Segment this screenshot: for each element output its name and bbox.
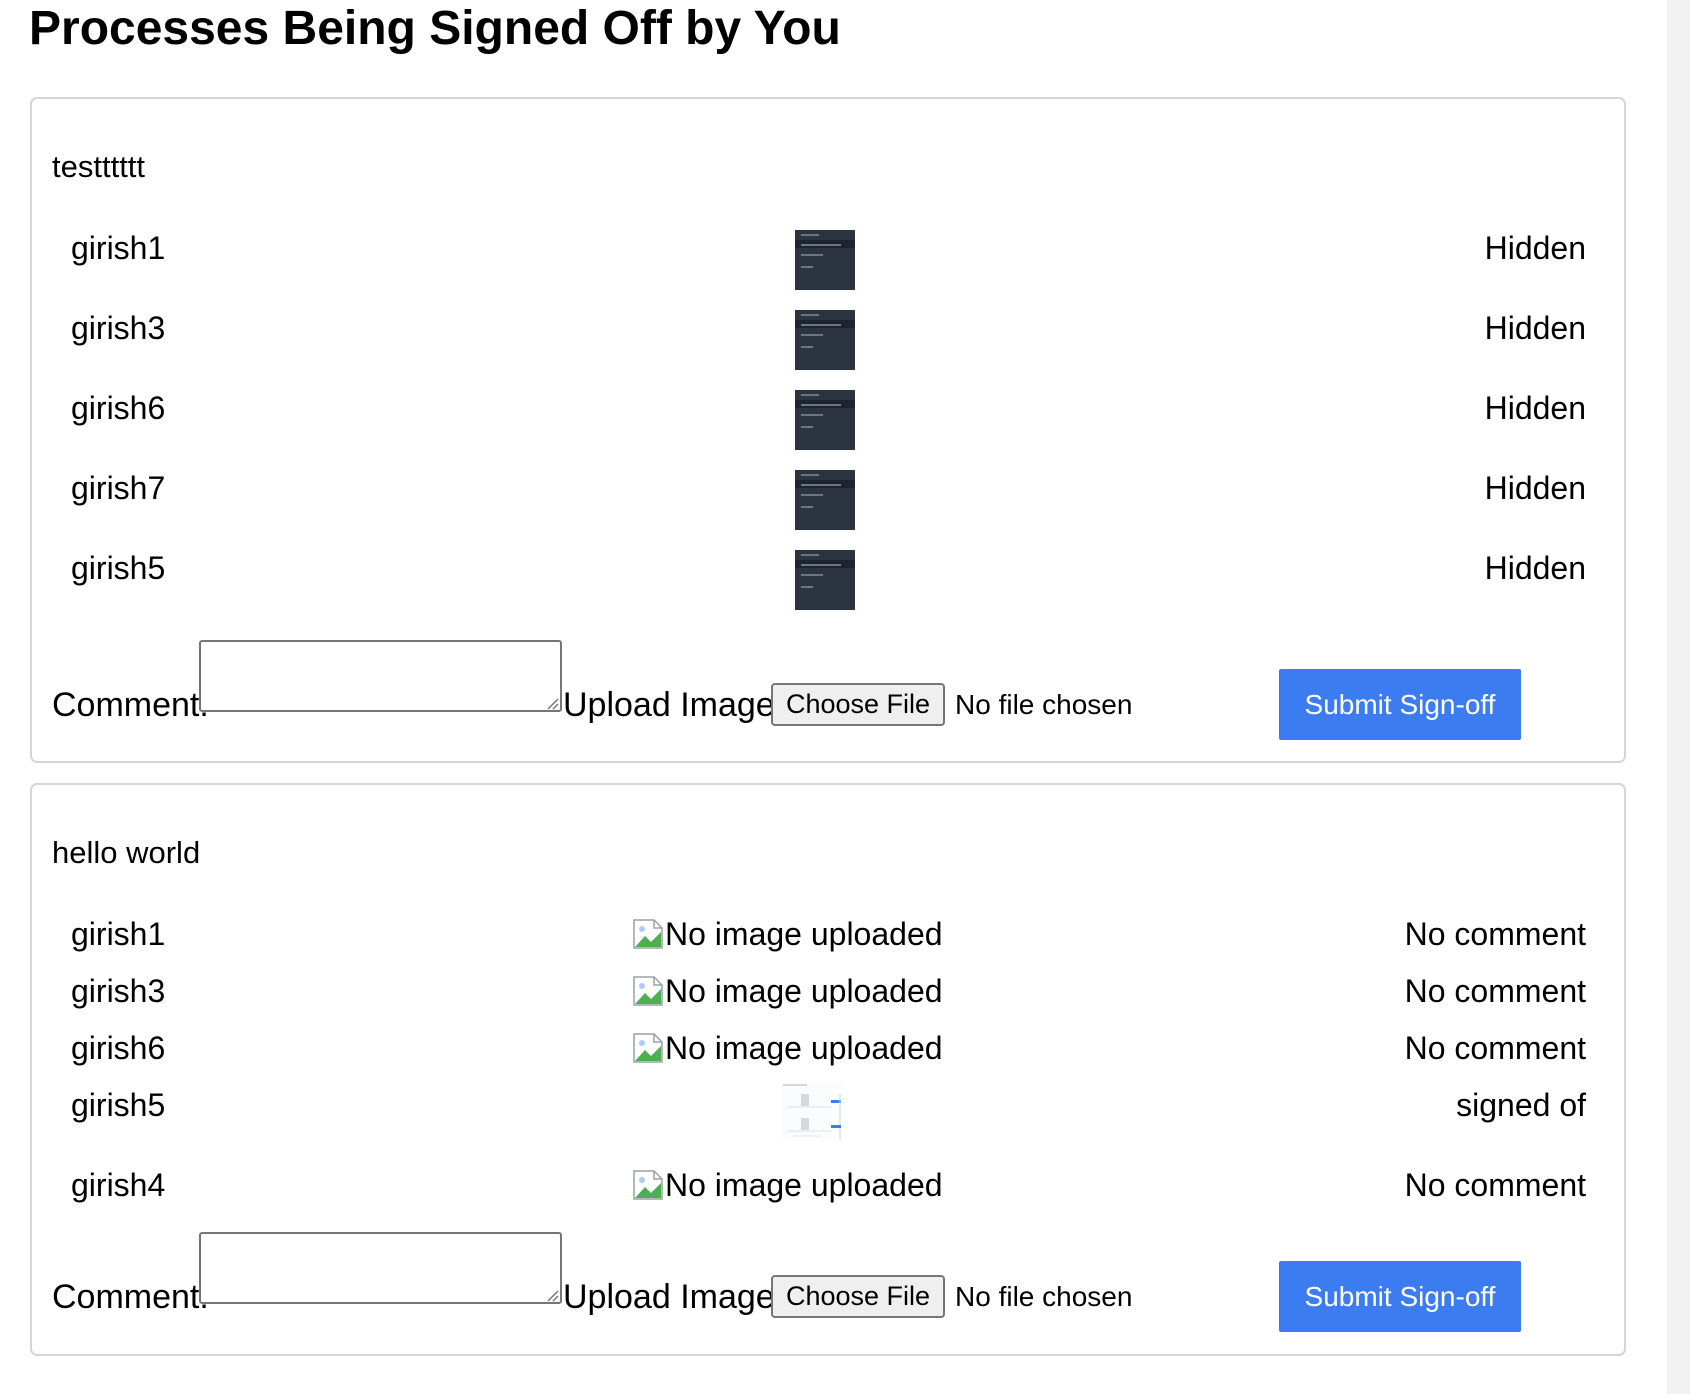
process-name: hello world: [52, 835, 201, 870]
resize-grip-icon[interactable]: [545, 696, 559, 710]
signer-name: girish4: [71, 1167, 166, 1203]
signer-name: girish6: [71, 390, 166, 426]
signer-name: girish7: [71, 470, 166, 506]
broken-image-icon: [633, 1033, 663, 1063]
signer-comment: Hidden: [1484, 550, 1586, 586]
signer-comment: No comment: [1404, 973, 1586, 1009]
signer-row: girish3 Hidden: [32, 310, 1624, 370]
signer-name: girish5: [71, 550, 166, 586]
broken-image-icon: [633, 1170, 663, 1200]
signoff-image-thumbnail[interactable]: [795, 310, 855, 370]
signer-name: girish3: [71, 973, 166, 1009]
upload-image-label: Upload Image:: [563, 686, 785, 724]
signoff-form: Comment: Upload Image: Choose File No fi…: [32, 1232, 1624, 1332]
signer-name: girish6: [71, 1030, 166, 1066]
signoff-image-thumbnail[interactable]: [781, 1082, 843, 1140]
broken-image-icon: [633, 919, 663, 949]
signer-name: girish1: [71, 916, 166, 952]
broken-image-icon: [633, 976, 663, 1006]
upload-image-label: Upload Image:: [563, 1278, 785, 1316]
process-card: testttttt girish1 Hidden girish3 Hidden …: [30, 97, 1626, 763]
image-alt-text: No image uploaded: [665, 916, 943, 952]
comment-label: Comment:: [52, 686, 209, 724]
signer-comment: signed of: [1456, 1087, 1586, 1123]
missing-image: No image uploaded: [632, 1167, 943, 1203]
signer-row: girish4 No image uploaded No comment: [32, 1167, 1624, 1207]
signoff-image-thumbnail[interactable]: [795, 230, 855, 290]
comment-input[interactable]: [199, 640, 562, 712]
signer-row: girish7 Hidden: [32, 470, 1624, 530]
missing-image: No image uploaded: [632, 1030, 943, 1066]
comment-label: Comment:: [52, 1278, 209, 1316]
signer-name: girish3: [71, 310, 166, 346]
signer-comment: No comment: [1404, 1030, 1586, 1066]
signer-row: girish1 No image uploaded No comment: [32, 916, 1624, 956]
signer-name: girish1: [71, 230, 166, 266]
signer-row: girish3 No image uploaded No comment: [32, 973, 1624, 1013]
process-card: hello world girish1 No image uploaded No…: [30, 783, 1626, 1356]
submit-signoff-button[interactable]: Submit Sign-off: [1279, 669, 1521, 740]
signoff-form: Comment: Upload Image: Choose File No fi…: [32, 640, 1624, 740]
file-status-text: No file chosen: [955, 1281, 1133, 1312]
signer-comment: No comment: [1404, 1167, 1586, 1203]
image-alt-text: No image uploaded: [665, 1167, 943, 1203]
signer-comment: Hidden: [1484, 470, 1586, 506]
signoff-image-thumbnail[interactable]: [795, 470, 855, 530]
choose-file-button[interactable]: Choose File: [771, 683, 945, 726]
signer-row: girish6 No image uploaded No comment: [32, 1030, 1624, 1070]
signoff-image-thumbnail[interactable]: [795, 550, 855, 610]
scrollbar-track[interactable]: [1667, 0, 1690, 1394]
signer-row: girish6 Hidden: [32, 390, 1624, 450]
signer-row: girish5 Hidden: [32, 550, 1624, 610]
signoff-image-thumbnail[interactable]: [795, 390, 855, 450]
resize-grip-icon[interactable]: [545, 1288, 559, 1302]
choose-file-button[interactable]: Choose File: [771, 1275, 945, 1318]
file-status-text: No file chosen: [955, 689, 1133, 720]
image-alt-text: No image uploaded: [665, 1030, 943, 1066]
signer-comment: Hidden: [1484, 310, 1586, 346]
process-name: testttttt: [52, 149, 146, 184]
page-title: Processes Being Signed Off by You: [29, 2, 841, 55]
signer-comment: Hidden: [1484, 230, 1586, 266]
image-alt-text: No image uploaded: [665, 973, 943, 1009]
submit-signoff-button[interactable]: Submit Sign-off: [1279, 1261, 1521, 1332]
signer-row: girish5 signed of: [32, 1082, 1624, 1149]
signer-name: girish5: [71, 1087, 166, 1123]
comment-input[interactable]: [199, 1232, 562, 1304]
signer-comment: Hidden: [1484, 390, 1586, 426]
missing-image: No image uploaded: [632, 916, 943, 952]
signer-row: girish1 Hidden: [32, 230, 1624, 290]
signer-comment: No comment: [1404, 916, 1586, 952]
missing-image: No image uploaded: [632, 973, 943, 1009]
